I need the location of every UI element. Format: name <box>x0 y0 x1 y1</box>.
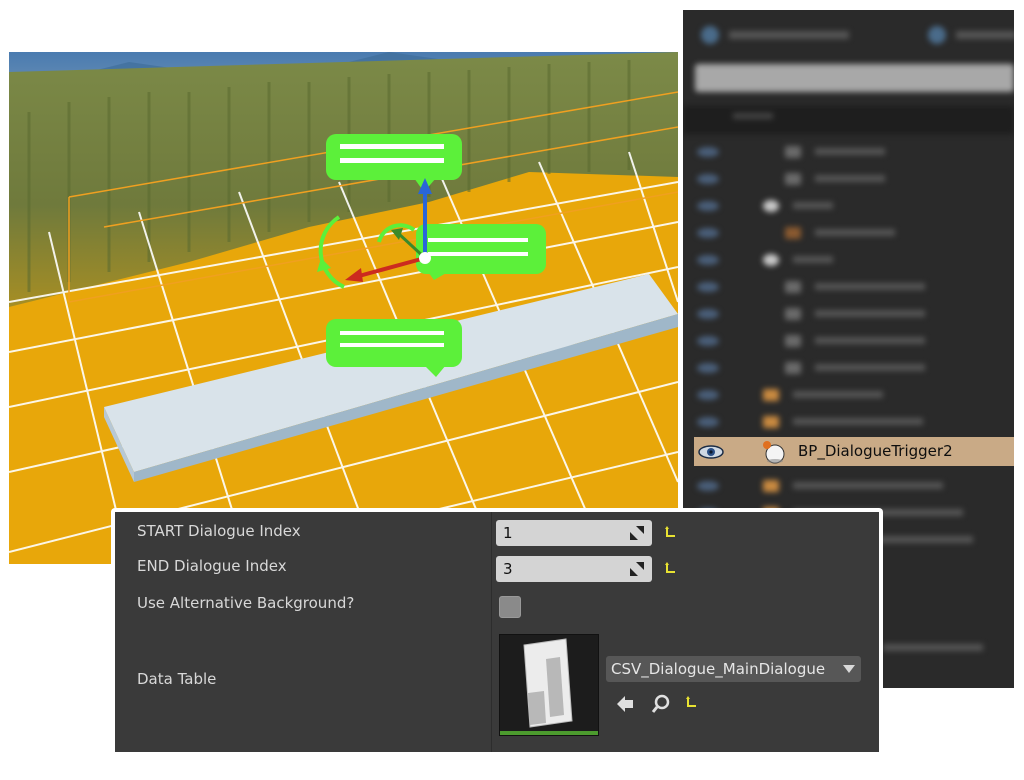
end-dialogue-index-value: 3 <box>503 560 513 578</box>
browse-asset-search-icon[interactable] <box>651 694 671 714</box>
dialogue-billboard-icon[interactable] <box>324 317 466 379</box>
transform-gizmo[interactable] <box>299 172 449 302</box>
use-selected-asset-arrow-icon[interactable] <box>615 694 635 714</box>
outliner-selected-label: BP_DialogueTrigger2 <box>798 442 953 460</box>
eye-icon[interactable] <box>698 445 724 459</box>
reset-to-default-icon[interactable] <box>685 696 699 710</box>
level-viewport[interactable] <box>9 52 678 564</box>
data-table-label: Data Table <box>137 670 217 688</box>
chevron-down-icon <box>843 665 855 673</box>
end-dialogue-index-label: END Dialogue Index <box>137 557 287 575</box>
data-table-asset-combo[interactable]: CSV_Dialogue_MainDialogue <box>606 656 861 682</box>
start-dialogue-index-label: START Dialogue Index <box>137 522 301 540</box>
details-panel-body: START Dialogue Index 1 END Dialogue Inde… <box>115 512 879 752</box>
spinbox-resize-icon[interactable] <box>630 562 644 576</box>
data-table-thumbnail[interactable] <box>499 634 599 736</box>
start-dialogue-index-field[interactable]: 1 <box>496 520 652 546</box>
spinbox-resize-icon[interactable] <box>630 526 644 540</box>
asset-type-color-bar <box>500 731 598 735</box>
viewport-scene <box>9 52 678 564</box>
use-alternative-background-label: Use Alternative Background? <box>137 594 355 612</box>
outliner-selected-row[interactable]: BP_DialogueTrigger2 <box>694 437 1014 466</box>
start-dialogue-index-value: 1 <box>503 524 513 542</box>
use-alternative-background-checkbox[interactable] <box>499 596 521 618</box>
data-table-asset-name: CSV_Dialogue_MainDialogue <box>611 660 826 678</box>
reset-to-default-icon[interactable] <box>664 562 678 576</box>
end-dialogue-index-field[interactable]: 3 <box>496 556 652 582</box>
column-divider[interactable] <box>491 512 492 752</box>
blueprint-actor-icon <box>763 441 785 464</box>
data-table-asset-icon <box>523 638 573 728</box>
reset-to-default-icon[interactable] <box>664 526 678 540</box>
details-panel: START Dialogue Index 1 END Dialogue Inde… <box>111 508 883 752</box>
